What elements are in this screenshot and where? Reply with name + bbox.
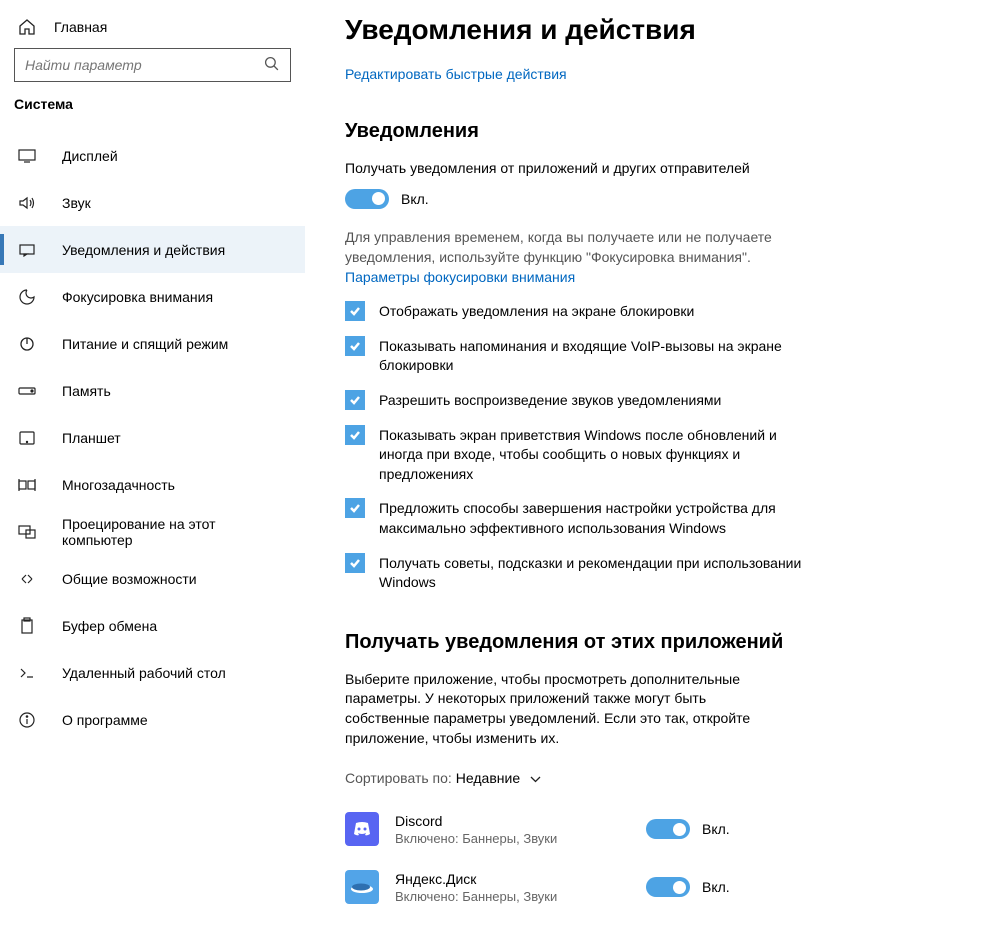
check-label: Отображать уведомления на экране блокиро…	[379, 301, 694, 322]
notifications-heading: Уведомления	[345, 120, 957, 143]
sound-icon	[18, 194, 36, 212]
check-row: Предложить способы завершения настройки …	[345, 498, 815, 538]
check-label: Показывать напоминания и входящие VoIP-в…	[379, 336, 815, 376]
power-icon	[18, 335, 36, 353]
checkbox-tips[interactable]	[345, 553, 365, 573]
app-row-yandex[interactable]: Яндекс.Диск Включено: Баннеры, Звуки Вкл…	[345, 858, 957, 916]
check-row: Разрешить воспроизведение звуков уведомл…	[345, 390, 815, 411]
check-label: Показывать экран приветствия Windows пос…	[379, 425, 815, 485]
sidebar-item-label: Проецирование на этот компьютер	[62, 516, 287, 548]
remote-icon	[18, 664, 36, 682]
tablet-icon	[18, 429, 36, 447]
app-name: Яндекс.Диск	[395, 871, 630, 887]
app-sub: Включено: Баннеры, Звуки	[395, 889, 630, 904]
sidebar-item-notifications[interactable]: Уведомления и действия	[0, 226, 305, 273]
apps-heading: Получать уведомления от этих приложений	[345, 631, 957, 654]
sidebar: Главная Система Дисплей Звук Уведомления…	[0, 0, 305, 926]
sidebar-item-multitask[interactable]: Многозадачность	[0, 461, 305, 508]
sidebar-item-label: Питание и спящий режим	[62, 336, 228, 352]
sidebar-item-sound[interactable]: Звук	[0, 179, 305, 226]
sidebar-item-display[interactable]: Дисплей	[0, 132, 305, 179]
about-icon	[18, 711, 36, 729]
multitask-icon	[18, 476, 36, 494]
sidebar-item-label: Фокусировка внимания	[62, 289, 213, 305]
focus-icon	[18, 288, 36, 306]
checkbox-lockscreen[interactable]	[345, 301, 365, 321]
yandex-disk-icon	[345, 870, 379, 904]
storage-icon	[18, 382, 36, 400]
clipboard-icon	[18, 617, 36, 635]
sidebar-item-label: Планшет	[62, 430, 121, 446]
app-sub: Включено: Баннеры, Звуки	[395, 831, 630, 846]
sidebar-item-tablet[interactable]: Планшет	[0, 414, 305, 461]
app-toggle-discord[interactable]	[646, 819, 690, 839]
sidebar-item-label: Дисплей	[62, 148, 118, 164]
discord-icon	[345, 812, 379, 846]
check-row: Получать советы, подсказки и рекомендаци…	[345, 553, 815, 593]
focus-settings-link[interactable]: Параметры фокусировки внимания	[345, 269, 957, 285]
apps-list: Discord Включено: Баннеры, Звуки Вкл. Ян…	[345, 800, 957, 916]
sidebar-item-shared[interactable]: Общие возможности	[0, 555, 305, 602]
check-row: Показывать напоминания и входящие VoIP-в…	[345, 336, 815, 376]
sidebar-item-label: Удаленный рабочий стол	[62, 665, 226, 681]
sidebar-item-storage[interactable]: Память	[0, 367, 305, 414]
sidebar-item-label: Память	[62, 383, 111, 399]
sidebar-item-label: Буфер обмена	[62, 618, 157, 634]
app-toggle-yandex[interactable]	[646, 877, 690, 897]
focus-description: Для управления временем, когда вы получа…	[345, 227, 785, 268]
sidebar-item-label: Звук	[62, 195, 91, 211]
notification-options: Отображать уведомления на экране блокиро…	[345, 301, 815, 593]
home-icon	[18, 18, 36, 36]
check-label: Получать советы, подсказки и рекомендаци…	[379, 553, 815, 593]
toggle-state-label: Вкл.	[401, 191, 429, 207]
app-name: Discord	[395, 813, 630, 829]
checkbox-setup[interactable]	[345, 498, 365, 518]
page-title: Уведомления и действия	[345, 14, 957, 46]
sidebar-item-about[interactable]: О программе	[0, 696, 305, 743]
sidebar-item-project[interactable]: Проецирование на этот компьютер	[0, 508, 305, 555]
main-content: Уведомления и действия Редактировать быс…	[305, 0, 997, 926]
receive-notifications-text: Получать уведомления от приложений и дру…	[345, 159, 785, 179]
checkbox-voip[interactable]	[345, 336, 365, 356]
sort-by-button[interactable]: Сортировать по: Недавние	[345, 770, 957, 786]
toggle-state-label: Вкл.	[702, 879, 730, 895]
sidebar-item-focus[interactable]: Фокусировка внимания	[0, 273, 305, 320]
search-icon	[264, 56, 280, 75]
sidebar-item-label: О программе	[62, 712, 148, 728]
notifications-icon	[18, 241, 36, 259]
notifications-toggle[interactable]	[345, 189, 389, 209]
apps-description: Выберите приложение, чтобы просмотреть д…	[345, 670, 765, 748]
sidebar-item-clipboard[interactable]: Буфер обмена	[0, 602, 305, 649]
nav-list: Дисплей Звук Уведомления и действия Фоку…	[0, 132, 305, 743]
toggle-state-label: Вкл.	[702, 821, 730, 837]
shared-icon	[18, 570, 36, 588]
sidebar-item-label: Общие возможности	[62, 571, 197, 587]
checkbox-welcome[interactable]	[345, 425, 365, 445]
app-row-discord[interactable]: Discord Включено: Баннеры, Звуки Вкл.	[345, 800, 957, 858]
sort-label: Сортировать по:	[345, 770, 452, 786]
home-label: Главная	[54, 19, 107, 35]
sort-value: Недавние	[456, 770, 520, 786]
check-row: Показывать экран приветствия Windows пос…	[345, 425, 815, 485]
home-button[interactable]: Главная	[0, 12, 305, 48]
sidebar-item-power[interactable]: Питание и спящий режим	[0, 320, 305, 367]
sidebar-item-label: Уведомления и действия	[62, 242, 225, 258]
search-input[interactable]	[25, 57, 264, 73]
edit-quick-actions-link[interactable]: Редактировать быстрые действия	[345, 66, 957, 82]
check-label: Разрешить воспроизведение звуков уведомл…	[379, 390, 721, 411]
chevron-down-icon	[530, 770, 541, 786]
checkbox-sounds[interactable]	[345, 390, 365, 410]
check-row: Отображать уведомления на экране блокиро…	[345, 301, 815, 322]
sidebar-item-label: Многозадачность	[62, 477, 175, 493]
search-box[interactable]	[14, 48, 291, 82]
sidebar-item-remote[interactable]: Удаленный рабочий стол	[0, 649, 305, 696]
project-icon	[18, 523, 36, 541]
display-icon	[18, 147, 36, 165]
check-label: Предложить способы завершения настройки …	[379, 498, 815, 538]
sidebar-heading: Система	[0, 96, 305, 118]
